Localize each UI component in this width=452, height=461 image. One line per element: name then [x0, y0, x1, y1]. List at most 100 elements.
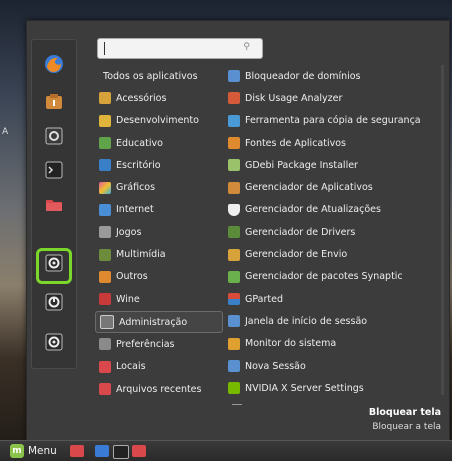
gparted-icon: [228, 293, 240, 306]
list-more-indicator: [232, 404, 242, 405]
games-icon: [99, 226, 111, 239]
category-arquivos-recentes[interactable]: Arquivos recentes: [95, 378, 223, 400]
app-item[interactable]: Gerenciador de Aplicativos: [226, 176, 444, 198]
preferences-icon: [99, 338, 111, 351]
backup-tool-icon: [228, 114, 240, 127]
category-administracao[interactable]: Administração: [95, 311, 223, 334]
search-input[interactable]: ⚲: [97, 38, 263, 59]
category-label: Acessórios: [116, 92, 167, 104]
firefox-icon[interactable]: [42, 52, 66, 76]
app-item[interactable]: Gerenciador de Atualizações: [226, 199, 444, 221]
app-label: Nova Sessão: [245, 360, 306, 372]
app-item[interactable]: Gerenciador de Envio: [226, 243, 444, 265]
shutdown-icon[interactable]: [42, 330, 66, 354]
lock-screen-icon[interactable]: [42, 251, 66, 275]
app-item[interactable]: NVIDIA X Server Settings: [226, 377, 444, 399]
new-session-icon: [228, 360, 240, 372]
search-icon: ⚲: [243, 42, 250, 52]
app-label: Gerenciador de Drivers: [245, 226, 356, 238]
app-item[interactable]: Disk Usage Analyzer: [226, 87, 444, 109]
category-all[interactable]: Todos os aplicativos: [95, 65, 223, 87]
app-label: Bloqueador de domínios: [245, 70, 361, 82]
app-label: Gerenciador de Atualizações: [245, 204, 381, 216]
administration-icon: [100, 315, 114, 330]
recent-files-folder-icon: [99, 383, 111, 395]
accessories-icon: [99, 92, 111, 105]
terminal-launcher-icon[interactable]: [113, 445, 129, 459]
category-label: Wine: [116, 293, 140, 305]
app-label: Gerenciador de Envio: [245, 249, 348, 261]
others-icon: [99, 270, 111, 283]
category-label: Educativo: [116, 137, 163, 149]
terminal-icon[interactable]: [42, 158, 66, 182]
software-manager-icon[interactable]: [42, 90, 66, 114]
category-label: Todos os aplicativos: [103, 70, 198, 82]
category-label: Administração: [119, 316, 188, 328]
lock-screen-title: Bloquear tela: [368, 407, 441, 418]
system-settings-icon[interactable]: [42, 124, 66, 148]
mint-logo-icon: m: [10, 444, 24, 458]
login-window-icon: [228, 315, 240, 328]
software-sources-icon: [228, 137, 240, 150]
app-list-scrollbar[interactable]: [441, 65, 444, 395]
category-label: Preferências: [116, 338, 175, 350]
system-monitor-icon: [228, 337, 240, 350]
application-list: Bloqueador de domínios Disk Usage Analyz…: [226, 65, 444, 399]
app-label: Ferramenta para cópia de segurança: [245, 115, 421, 127]
text-caret: [104, 42, 105, 55]
app-item[interactable]: Nova Sessão: [226, 355, 444, 377]
category-outros[interactable]: Outros: [95, 266, 223, 288]
category-acessorios[interactable]: Acessórios: [95, 87, 223, 109]
driver-manager-icon: [228, 226, 240, 239]
app-item[interactable]: GDebi Package Installer: [226, 154, 444, 176]
lock-screen-description: Bloquear a tela: [372, 422, 441, 432]
category-graficos[interactable]: Gráficos: [95, 176, 223, 198]
show-desktop-icon[interactable]: [70, 445, 84, 457]
category-desenvolvimento[interactable]: Desenvolvimento: [95, 110, 223, 132]
category-label: Escritório: [116, 159, 161, 171]
category-preferencias[interactable]: Preferências: [95, 333, 223, 355]
app-item[interactable]: Gerenciador de Drivers: [226, 221, 444, 243]
disk-usage-icon: [228, 92, 240, 105]
app-item[interactable]: Ferramenta para cópia de segurança: [226, 110, 444, 132]
category-escritorio[interactable]: Escritório: [95, 154, 223, 176]
category-label: Gráficos: [116, 182, 156, 194]
app-item[interactable]: Janela de início de sessão: [226, 310, 444, 332]
app-label: Fontes de Aplicativos: [245, 137, 346, 149]
category-label: Multimídia: [116, 249, 166, 261]
app-label: GParted: [245, 293, 283, 305]
app-item[interactable]: Bloqueador de domínios: [226, 65, 444, 87]
upload-manager-icon: [228, 248, 240, 261]
category-wine[interactable]: Wine: [95, 288, 223, 310]
app-item[interactable]: Gerenciador de pacotes Synaptic: [226, 266, 444, 288]
synaptic-icon: [228, 270, 240, 283]
graphics-icon: [99, 181, 111, 194]
category-multimidia[interactable]: Multimídia: [95, 243, 223, 265]
development-icon: [99, 114, 111, 127]
category-locais[interactable]: Locais: [95, 356, 223, 378]
app-item[interactable]: Fontes de Aplicativos: [226, 132, 444, 154]
files-folder-icon[interactable]: [42, 192, 66, 216]
category-label: Jogos: [116, 226, 142, 238]
category-label: Internet: [116, 204, 154, 216]
category-label: Arquivos recentes: [116, 383, 202, 395]
wine-icon: [99, 293, 111, 306]
taskbar: m Menu: [0, 440, 452, 461]
category-jogos[interactable]: Jogos: [95, 221, 223, 243]
app-item[interactable]: Monitor do sistema: [226, 333, 444, 355]
menu-button[interactable]: m Menu: [10, 444, 57, 458]
app-item[interactable]: GParted: [226, 288, 444, 310]
app-label: Gerenciador de pacotes Synaptic: [245, 271, 403, 283]
firefox-launcher-icon[interactable]: [95, 445, 109, 457]
files-launcher-icon[interactable]: [132, 445, 146, 457]
places-folder-icon: [99, 360, 111, 373]
category-educativo[interactable]: Educativo: [95, 132, 223, 154]
application-menu: ⚲ Todos os aplicativos Acessórios Desenv…: [26, 20, 450, 442]
favorites-bar: [31, 39, 77, 369]
app-label: GDebi Package Installer: [245, 159, 358, 171]
logout-icon[interactable]: [42, 290, 66, 314]
category-internet[interactable]: Internet: [95, 199, 223, 221]
update-manager-shield-icon: [228, 203, 240, 216]
multimedia-icon: [99, 248, 111, 261]
desktop-label: A: [2, 127, 9, 137]
